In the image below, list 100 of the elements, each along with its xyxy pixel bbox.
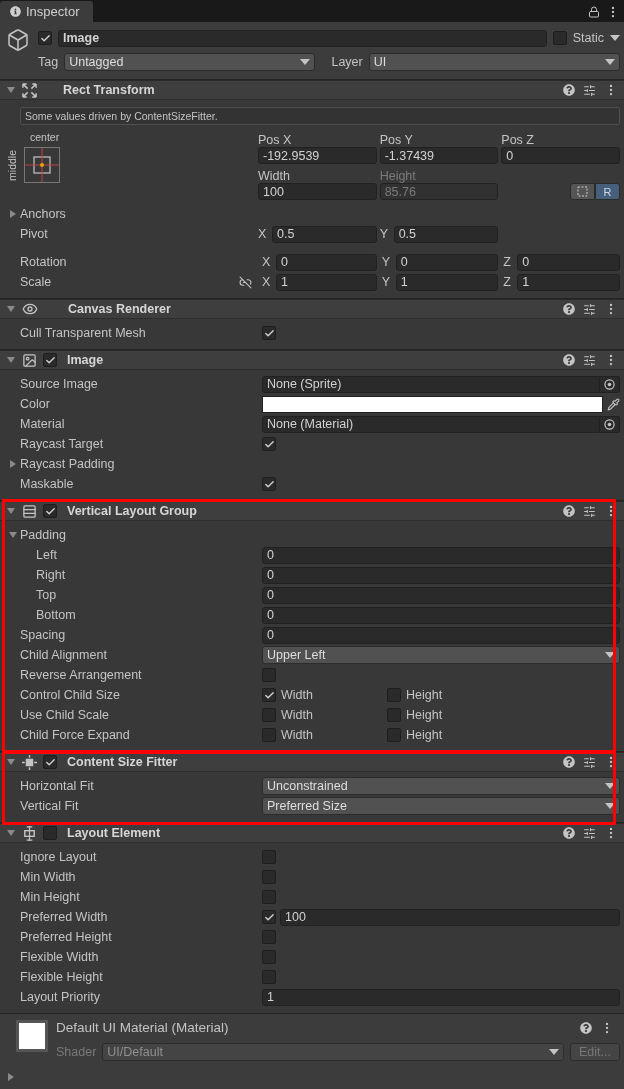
number-field[interactable]: 0.5	[272, 225, 377, 243]
checkbox[interactable]	[43, 826, 57, 840]
checkbox[interactable]	[552, 31, 567, 45]
property-label: Reverse Arrangement	[20, 668, 142, 682]
foldout-arrow-icon[interactable]	[8, 209, 18, 219]
anchor-label: middle	[6, 149, 18, 181]
foldout-arrow-icon[interactable]	[6, 355, 16, 365]
checkbox[interactable]	[262, 850, 276, 864]
property-label: Rotation	[20, 255, 67, 269]
option-label: Width	[281, 728, 313, 742]
number-field[interactable]: 0	[262, 546, 620, 564]
cube-icon	[6, 28, 30, 52]
number-field[interactable]: 100	[280, 908, 620, 926]
raw-edit-button[interactable]: R	[595, 183, 620, 200]
object-field[interactable]: None (Sprite)	[262, 375, 600, 393]
object-picker-icon[interactable]	[604, 418, 615, 430]
property-label: Cull Transparent Mesh	[20, 326, 146, 340]
foldout-arrow-icon[interactable]	[6, 1072, 16, 1082]
number-field[interactable]: 1	[262, 988, 620, 1006]
number-field[interactable]: 0	[501, 147, 620, 164]
number-field[interactable]: 0	[276, 253, 377, 271]
dropdown[interactable]: Unconstrained	[262, 777, 620, 795]
foldout-arrow-icon[interactable]	[6, 757, 16, 767]
checkbox[interactable]	[262, 668, 276, 682]
checkbox[interactable]	[43, 353, 57, 367]
help-icon[interactable]	[563, 505, 575, 517]
number-field[interactable]: 1	[276, 273, 377, 291]
number-field[interactable]: 0	[395, 253, 499, 271]
number-field[interactable]: -192.9539	[258, 147, 377, 164]
checkbox[interactable]	[262, 437, 276, 451]
number-field[interactable]: 100	[258, 183, 377, 200]
number-field[interactable]: 0	[262, 626, 620, 644]
blueprint-mode-button[interactable]	[570, 183, 595, 200]
foldout-arrow-icon[interactable]	[6, 828, 16, 838]
number-field[interactable]: 1	[517, 273, 620, 291]
help-icon[interactable]	[563, 354, 575, 366]
checkbox[interactable]	[262, 326, 276, 340]
option-label: Height	[406, 708, 443, 722]
name-field[interactable]: Image	[58, 29, 547, 47]
number-field[interactable]: 0	[262, 586, 620, 604]
anchor-preset-icon[interactable]	[24, 147, 60, 183]
help-icon[interactable]	[580, 1021, 592, 1034]
lock-icon[interactable]	[588, 5, 600, 18]
property-label: Min Width	[20, 870, 76, 884]
help-icon[interactable]	[563, 756, 575, 768]
property-label: Bottom	[36, 608, 76, 622]
preset-icon[interactable]	[583, 504, 596, 518]
inspector-tab[interactable]: Inspector	[0, 1, 94, 22]
preset-icon[interactable]	[583, 755, 596, 769]
layer-dropdown[interactable]: UI	[368, 53, 620, 71]
foldout-arrow-icon[interactable]	[8, 530, 18, 540]
component-title: Layout Element	[67, 826, 162, 840]
checkbox[interactable]	[262, 477, 276, 491]
help-icon[interactable]	[563, 827, 575, 839]
checkbox[interactable]	[43, 755, 57, 769]
checkbox[interactable]	[262, 950, 276, 964]
preset-icon[interactable]	[583, 302, 596, 316]
object-field[interactable]: None (Material)	[262, 415, 600, 433]
checkbox[interactable]	[262, 910, 276, 924]
property-label: Padding	[20, 528, 66, 542]
checkbox[interactable]	[387, 728, 401, 742]
dropdown[interactable]: Upper Left	[262, 646, 620, 664]
preset-icon[interactable]	[583, 353, 596, 367]
foldout-arrow-icon[interactable]	[6, 506, 16, 516]
checkbox[interactable]	[262, 970, 276, 984]
foldout-arrow-icon[interactable]	[8, 459, 18, 469]
number-field[interactable]: 0	[262, 606, 620, 624]
eyedropper-icon[interactable]	[607, 397, 620, 411]
property-label: Preferred Height	[20, 930, 112, 944]
checkbox[interactable]	[387, 688, 401, 702]
axis-label: Y	[381, 275, 391, 289]
checkbox[interactable]	[262, 708, 276, 722]
help-icon[interactable]	[563, 84, 575, 96]
dropdown[interactable]: Preferred Size	[262, 797, 620, 815]
static-label: Static	[572, 31, 604, 45]
foldout-arrow-icon[interactable]	[6, 85, 16, 95]
checkbox[interactable]	[43, 504, 57, 518]
checkbox[interactable]	[262, 930, 276, 944]
checkbox[interactable]	[262, 728, 276, 742]
property-label: Horizontal Fit	[20, 779, 94, 793]
tag-dropdown[interactable]: Untagged	[64, 53, 316, 71]
image-icon	[22, 352, 37, 368]
checkbox[interactable]	[387, 708, 401, 722]
color-field[interactable]	[262, 395, 603, 413]
number-field[interactable]: 0	[517, 253, 620, 271]
object-picker-icon[interactable]	[604, 378, 615, 390]
help-icon[interactable]	[563, 303, 575, 315]
preset-icon[interactable]	[583, 826, 596, 840]
number-field[interactable]: 1	[395, 273, 499, 291]
foldout-arrow-icon[interactable]	[6, 304, 16, 314]
checkbox[interactable]	[38, 31, 52, 45]
unlinked-icon[interactable]	[239, 275, 252, 289]
number-field[interactable]: 0	[262, 566, 620, 584]
number-field[interactable]: -1.37439	[379, 147, 499, 164]
number-field[interactable]: 0.5	[393, 225, 499, 243]
preset-icon[interactable]	[583, 83, 596, 97]
checkbox[interactable]	[262, 688, 276, 702]
checkbox[interactable]	[262, 890, 276, 904]
checkbox[interactable]	[262, 870, 276, 884]
axis-label: Z	[503, 255, 512, 269]
